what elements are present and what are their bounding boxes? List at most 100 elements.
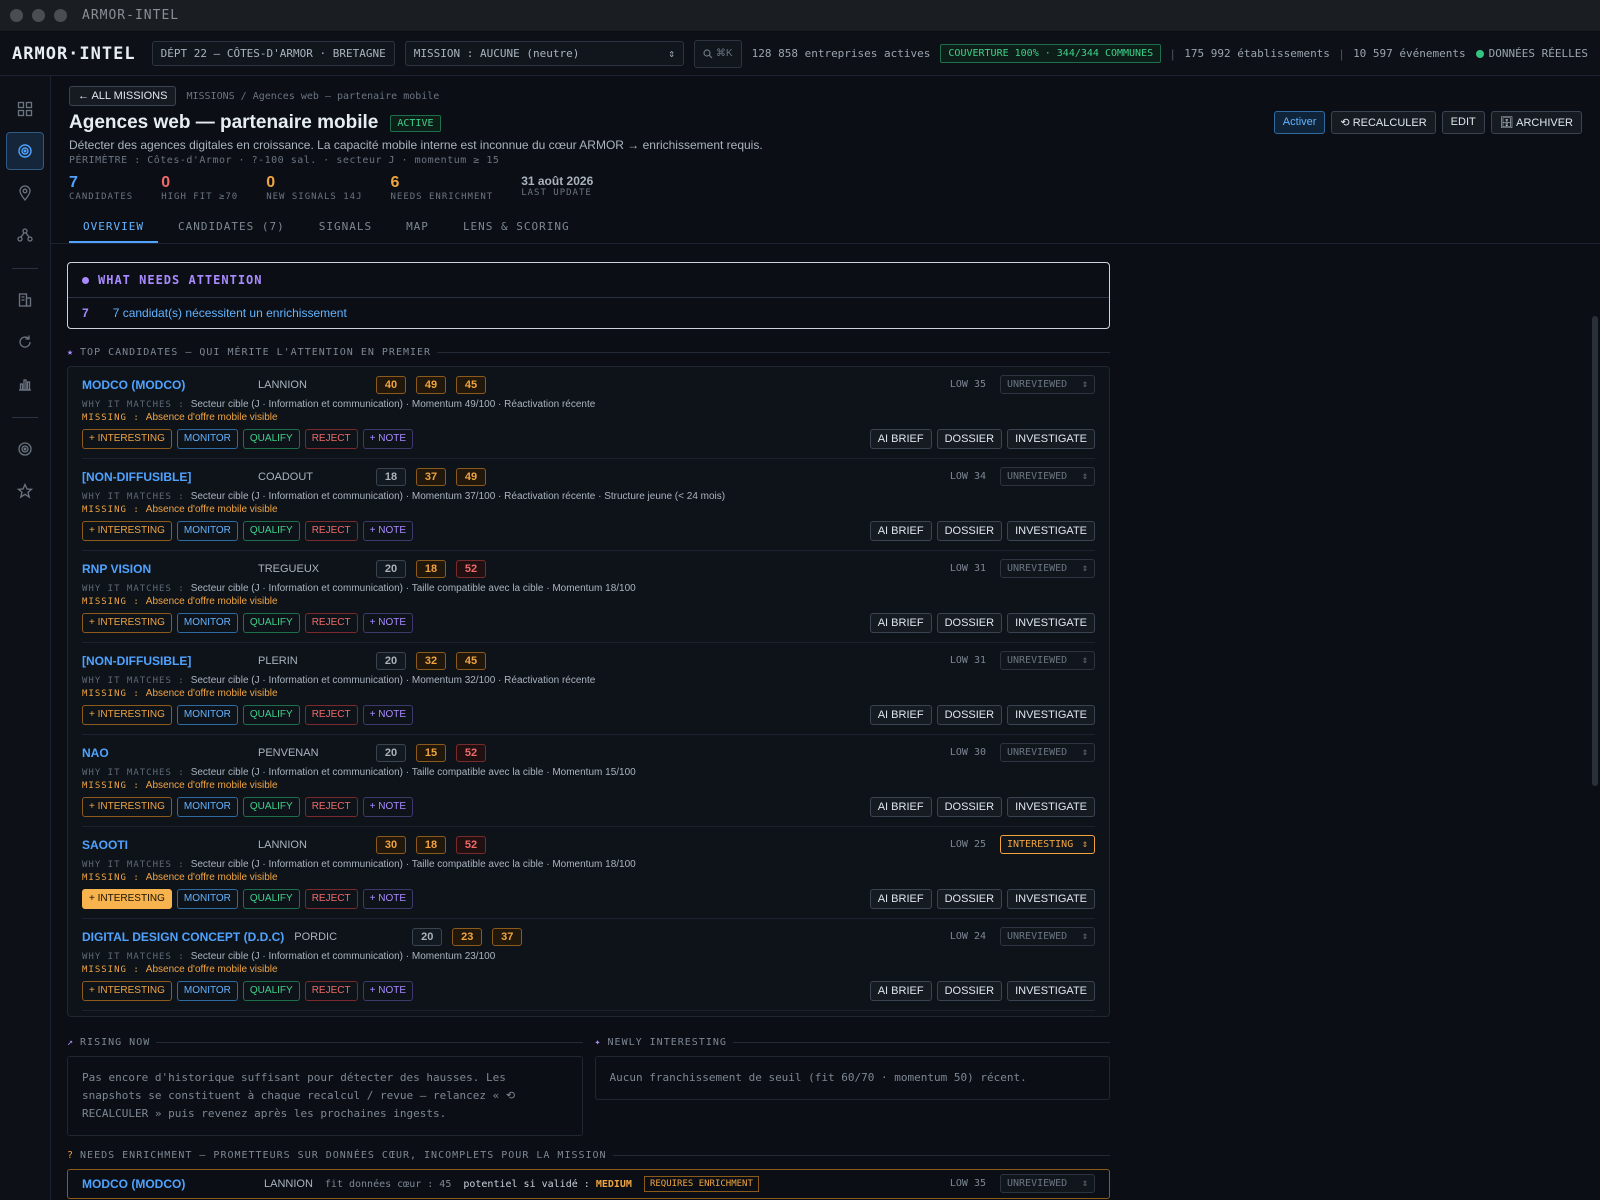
qualify-button[interactable]: QUALIFY: [242, 889, 300, 909]
nav-radar[interactable]: [6, 430, 44, 468]
reject-button[interactable]: REJECT: [304, 705, 358, 725]
qualify-button[interactable]: QUALIFY: [242, 797, 300, 817]
review-status-select[interactable]: UNREVIEWED ⇕: [1000, 1174, 1095, 1193]
ai-brief-button[interactable]: AI BRIEF: [869, 613, 932, 633]
investigate-button[interactable]: INVESTIGATE: [1007, 797, 1095, 817]
ai-brief-button[interactable]: AI BRIEF: [869, 705, 932, 725]
dossier-button[interactable]: DOSSIER: [936, 889, 1003, 909]
review-status-select[interactable]: INTERESTING ⇕: [1000, 835, 1095, 854]
tab-lens-scoring[interactable]: LENS & SCORING: [449, 212, 584, 243]
back-to-missions-button[interactable]: ← ALL MISSIONS: [69, 86, 177, 106]
company-name-link[interactable]: NAO: [82, 746, 248, 760]
attention-link[interactable]: 7 candidat(s) nécessitent un enrichissem…: [113, 306, 347, 320]
investigate-button[interactable]: INVESTIGATE: [1007, 981, 1095, 1001]
monitor-button[interactable]: MONITOR: [176, 521, 238, 541]
ai-brief-button[interactable]: AI BRIEF: [869, 889, 932, 909]
qualify-button[interactable]: QUALIFY: [242, 981, 300, 1001]
add-note-button[interactable]: + NOTE: [362, 705, 414, 725]
review-status-select[interactable]: UNREVIEWED ⇕: [1000, 743, 1095, 762]
nav-dashboard[interactable]: [6, 90, 44, 128]
company-name-link[interactable]: DIGITAL DESIGN CONCEPT (D.D.C): [82, 930, 284, 944]
department-selector[interactable]: DÉPT 22 — CÔTES-D'ARMOR · BRETAGNE: [151, 41, 395, 66]
investigate-button[interactable]: INVESTIGATE: [1007, 429, 1095, 449]
investigate-button[interactable]: INVESTIGATE: [1007, 705, 1095, 725]
recalculate-button[interactable]: ⟲ RECALCULER: [1331, 111, 1436, 134]
nav-missions[interactable]: [6, 132, 44, 170]
enrichment-row[interactable]: MODCO (MODCO) LANNION fit données cœur :…: [67, 1169, 1110, 1199]
review-status-select[interactable]: UNREVIEWED ⇕: [1000, 927, 1095, 946]
review-status-select[interactable]: UNREVIEWED ⇕: [1000, 559, 1095, 578]
maximize-window-button[interactable]: [54, 9, 67, 22]
investigate-button[interactable]: INVESTIGATE: [1007, 889, 1095, 909]
search-button[interactable]: ⌘K: [693, 39, 742, 68]
qualify-button[interactable]: QUALIFY: [242, 613, 300, 633]
nav-favorites[interactable]: [6, 472, 44, 510]
tab-overview[interactable]: OVERVIEW: [69, 212, 158, 243]
archive-button[interactable]: 🗄 ARCHIVER: [1490, 111, 1582, 134]
review-status-select[interactable]: UNREVIEWED ⇕: [1000, 375, 1095, 394]
scrollbar[interactable]: [1592, 316, 1598, 786]
dossier-button[interactable]: DOSSIER: [936, 705, 1003, 725]
monitor-button[interactable]: MONITOR: [176, 429, 238, 449]
company-name-link[interactable]: RNP VISION: [82, 562, 248, 576]
reject-button[interactable]: REJECT: [304, 797, 358, 817]
tab-candidates[interactable]: CANDIDATES (7): [164, 212, 299, 243]
reject-button[interactable]: REJECT: [304, 889, 358, 909]
company-name-link[interactable]: MODCO (MODCO): [82, 1177, 252, 1191]
interesting-button[interactable]: + INTERESTING: [82, 981, 172, 1001]
monitor-button[interactable]: MONITOR: [176, 889, 238, 909]
investigate-button[interactable]: INVESTIGATE: [1007, 613, 1095, 633]
add-note-button[interactable]: + NOTE: [362, 889, 414, 909]
tab-map[interactable]: MAP: [392, 212, 443, 243]
edit-button[interactable]: EDIT: [1441, 111, 1485, 134]
interesting-button[interactable]: + INTERESTING: [82, 613, 172, 633]
qualify-button[interactable]: QUALIFY: [242, 521, 300, 541]
ai-brief-button[interactable]: AI BRIEF: [869, 797, 932, 817]
tab-signals[interactable]: SIGNALS: [305, 212, 386, 243]
nav-refresh[interactable]: [6, 323, 44, 361]
monitor-button[interactable]: MONITOR: [176, 705, 238, 725]
investigate-button[interactable]: INVESTIGATE: [1007, 521, 1095, 541]
monitor-button[interactable]: MONITOR: [176, 981, 238, 1001]
reject-button[interactable]: REJECT: [304, 429, 358, 449]
reject-button[interactable]: REJECT: [304, 981, 358, 1001]
nav-map[interactable]: [6, 174, 44, 212]
add-note-button[interactable]: + NOTE: [362, 613, 414, 633]
ai-brief-button[interactable]: AI BRIEF: [869, 981, 932, 1001]
review-status-select[interactable]: UNREVIEWED ⇕: [1000, 467, 1095, 486]
nav-network[interactable]: [6, 216, 44, 254]
review-status-select[interactable]: UNREVIEWED ⇕: [1000, 651, 1095, 670]
company-name-link[interactable]: [NON-DIFFUSIBLE]: [82, 470, 248, 484]
nav-analytics[interactable]: [6, 365, 44, 403]
activate-button[interactable]: Activer: [1273, 111, 1326, 134]
add-note-button[interactable]: + NOTE: [362, 981, 414, 1001]
nav-companies[interactable]: [6, 281, 44, 319]
interesting-button[interactable]: + INTERESTING: [82, 705, 172, 725]
interesting-button[interactable]: + INTERESTING: [82, 521, 172, 541]
mission-selector[interactable]: MISSION : AUCUNE (neutre) ⇕: [404, 41, 684, 66]
qualify-button[interactable]: QUALIFY: [242, 705, 300, 725]
company-name-link[interactable]: [NON-DIFFUSIBLE]: [82, 654, 248, 668]
minimize-window-button[interactable]: [32, 9, 45, 22]
reject-button[interactable]: REJECT: [304, 521, 358, 541]
ai-brief-button[interactable]: AI BRIEF: [869, 429, 932, 449]
dossier-button[interactable]: DOSSIER: [936, 981, 1003, 1001]
add-note-button[interactable]: + NOTE: [362, 429, 414, 449]
ai-brief-button[interactable]: AI BRIEF: [869, 521, 932, 541]
company-name-link[interactable]: MODCO (MODCO): [82, 378, 248, 392]
qualify-button[interactable]: QUALIFY: [242, 429, 300, 449]
reject-button[interactable]: REJECT: [304, 613, 358, 633]
add-note-button[interactable]: + NOTE: [362, 797, 414, 817]
dossier-button[interactable]: DOSSIER: [936, 521, 1003, 541]
company-name-link[interactable]: SAOOTI: [82, 838, 248, 852]
dossier-button[interactable]: DOSSIER: [936, 613, 1003, 633]
interesting-button[interactable]: + INTERESTING: [82, 797, 172, 817]
monitor-button[interactable]: MONITOR: [176, 797, 238, 817]
add-note-button[interactable]: + NOTE: [362, 521, 414, 541]
close-window-button[interactable]: [10, 9, 23, 22]
dossier-button[interactable]: DOSSIER: [936, 797, 1003, 817]
interesting-button[interactable]: + INTERESTING: [82, 889, 172, 909]
monitor-button[interactable]: MONITOR: [176, 613, 238, 633]
attention-item[interactable]: 7 7 candidat(s) nécessitent un enrichisse…: [68, 298, 1109, 328]
dossier-button[interactable]: DOSSIER: [936, 429, 1003, 449]
